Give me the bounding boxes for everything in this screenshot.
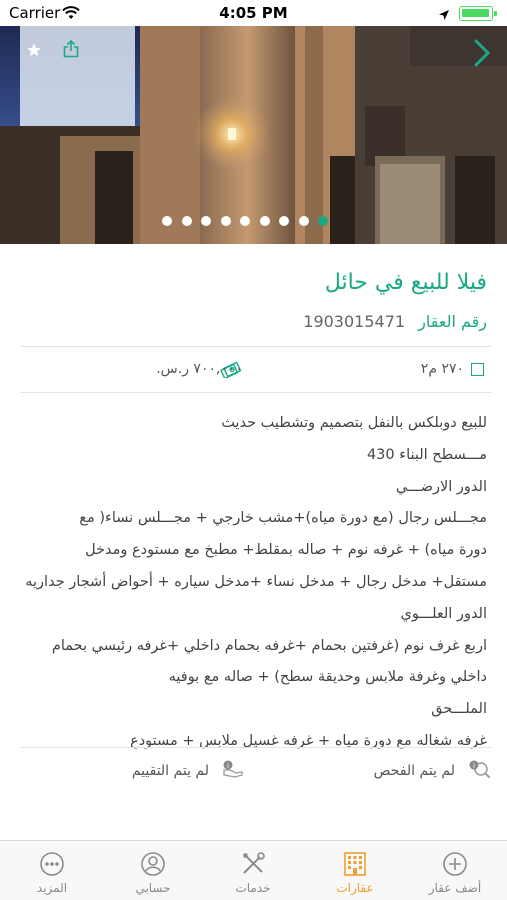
description-line: للبيع دوبلكس بالنفل بتصميم وتشطيب حديث: [221, 415, 487, 431]
rating-hand-icon: i: [221, 760, 245, 784]
description-line: الدور الارضـــي: [395, 478, 487, 495]
battery-tip: [494, 11, 497, 16]
plus-circle-icon: [442, 851, 468, 881]
carousel-dot[interactable]: [259, 216, 270, 226]
carousel-dot[interactable]: [298, 216, 309, 226]
tab-more-label: المزيد: [36, 881, 68, 895]
building-icon: [343, 851, 367, 881]
description-line: مستقل+ مدخل رجال + مدخل نساء +مدخل سياره…: [25, 573, 487, 590]
reference-number: 1903015471: [303, 312, 406, 331]
tab-add-property-label: أضف عقار: [428, 881, 482, 895]
description-line: الدور العلـــوي: [400, 605, 488, 622]
carousel-dot[interactable]: [220, 216, 231, 226]
tab-properties-label: عقارات: [336, 881, 374, 895]
area-value: ٢٧٠ م٢: [420, 361, 464, 377]
clock: 4:05 PM: [219, 4, 288, 22]
description-line: مجـــلس رجال (مع دورة مياه)+مشب خارجي + …: [79, 510, 487, 527]
favorite-star-icon[interactable]: [26, 42, 42, 62]
area-info: ٢٧٠ م٢: [418, 361, 488, 378]
tab-services-label: خدمات: [235, 881, 271, 895]
user-circle-icon: [140, 851, 166, 881]
tab-services[interactable]: خدمات: [203, 841, 303, 900]
divider: [20, 747, 492, 748]
description-line: اربع غرف نوم (غرفتين بحمام +غرفه بحمام د…: [51, 637, 487, 654]
tab-more[interactable]: المزيد: [2, 841, 102, 900]
description-line: داخلي وغرفة ملابس وحديقة سطح) + صاله مع …: [168, 669, 487, 686]
carousel-dot[interactable]: [201, 216, 211, 226]
description-line: دورة مياه) + غرفه نوم + صاله بمقلط+ مطبخ…: [85, 542, 487, 559]
carousel-dot[interactable]: [318, 216, 328, 226]
property-description: للبيع دوبلكس بالنفل بتصميم وتشطيب حديث مـ…: [17, 408, 487, 758]
property-photo-carousel[interactable]: [0, 26, 507, 244]
area-square-icon: [471, 363, 484, 376]
tab-properties[interactable]: عقارات: [305, 841, 405, 900]
carousel-dot[interactable]: [181, 216, 192, 226]
carousel-dot[interactable]: [279, 216, 289, 226]
description-line: غرفه شغاله مع دورة مياه + غرفه غسيل ملاب…: [130, 732, 487, 749]
property-title: فيلا للبيع في حائل: [324, 270, 487, 295]
carousel-dot[interactable]: [240, 216, 250, 226]
divider: [20, 392, 492, 393]
svg-text:i: i: [473, 762, 475, 770]
status-bar: Carrier 4:05 PM: [0, 0, 507, 26]
more-dots-icon: [39, 851, 65, 881]
inspection-status: لم يتم الفحص: [373, 763, 455, 779]
tab-add-property[interactable]: أضف عقار: [405, 841, 505, 900]
divider: [20, 346, 492, 347]
battery-icon: [459, 6, 493, 21]
reference-label: رقم العقار: [418, 312, 487, 331]
share-icon[interactable]: [63, 39, 79, 62]
property-reference: رقم العقار 1903015471: [303, 312, 487, 331]
description-line: مـــسطح البناء 430: [366, 446, 487, 463]
tools-icon: [240, 851, 266, 881]
location-arrow-icon: [438, 6, 450, 25]
svg-text:i: i: [227, 762, 229, 770]
chevron-right-icon[interactable]: [472, 38, 492, 72]
tab-bar: أضف عقار عقارات خدمات حسابي المزيد: [0, 840, 507, 900]
inspection-search-icon: i: [469, 760, 491, 784]
carousel-dot[interactable]: [162, 216, 172, 226]
description-line: الملـــحق: [431, 701, 487, 718]
carousel-page-indicator: [0, 216, 507, 228]
price-value: ٧٠٠,٠٠٠ ر.س.: [156, 361, 243, 377]
tab-account-label: حسابي: [135, 881, 171, 895]
tab-account[interactable]: حسابي: [103, 841, 203, 900]
rating-status: لم يتم التقييم: [131, 763, 209, 779]
